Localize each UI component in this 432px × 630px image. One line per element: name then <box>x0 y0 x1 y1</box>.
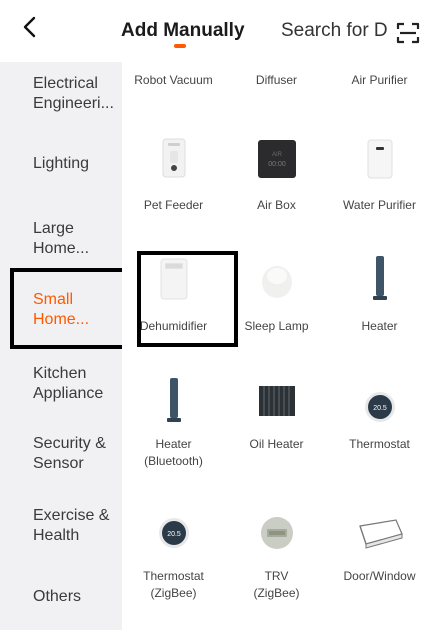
air-box-icon: AIR 00:00 <box>256 138 297 179</box>
chevron-left-icon <box>23 16 36 38</box>
device-label: Heater <box>361 319 398 333</box>
device-sleep-lamp[interactable]: Sleep Lamp <box>225 252 328 342</box>
device-water-purifier[interactable]: Water Purifier <box>328 132 431 222</box>
scan-button[interactable] <box>396 21 420 45</box>
device-label: Air Box <box>257 198 296 212</box>
sidebar-item-others[interactable]: Others <box>33 587 81 607</box>
device-oil-heater[interactable]: Oil Heater <box>225 370 328 470</box>
device-label: Oil Heater <box>249 437 304 451</box>
device-label: Air Purifier <box>351 73 408 87</box>
device-label: Thermostat <box>349 437 410 451</box>
device-pet-feeder[interactable]: Pet Feeder <box>122 132 225 222</box>
sidebar-item-kitchen-appliance[interactable]: Kitchen Appliance <box>33 364 111 404</box>
device-air-box[interactable]: AIR 00:00 Air Box <box>225 132 328 222</box>
trv-icon <box>256 512 297 553</box>
back-button[interactable] <box>20 12 50 46</box>
device-thermostat-zigbee[interactable]: 20.5 Thermostat (ZigBee) <box>122 502 225 602</box>
device-grid: Robot Vacuum Diffuser Air Purifier Pet F… <box>122 62 432 630</box>
device-label: Robot Vacuum <box>134 73 213 87</box>
device-diffuser[interactable]: Diffuser <box>225 62 328 102</box>
device-door-window[interactable]: Door/Window <box>328 502 431 602</box>
device-label: Water Purifier <box>343 198 416 212</box>
tower-heater-icon <box>153 376 194 424</box>
device-trv-zigbee[interactable]: TRV (ZigBee) <box>225 502 328 602</box>
top-bar: Add Manually Search for D <box>0 0 432 62</box>
device-label: Pet Feeder <box>143 198 204 212</box>
air-box-screen-line-1: AIR <box>271 152 282 158</box>
air-box-screen-line-2: 00:00 <box>268 161 286 168</box>
pet-feeder-icon <box>153 138 194 179</box>
thermostat-icon: 20.5 <box>359 386 400 427</box>
device-robot-vacuum[interactable]: Robot Vacuum <box>122 62 225 102</box>
scan-icon <box>396 22 420 44</box>
thermostat-display: 20.5 <box>167 531 181 538</box>
thermostat-display: 20.5 <box>373 405 387 412</box>
sleep-lamp-icon <box>256 260 297 301</box>
water-purifier-icon <box>359 138 400 179</box>
category-sidebar: Electrical Engineeri... Lighting Large H… <box>0 62 122 630</box>
device-heater[interactable]: Heater <box>328 252 431 342</box>
sidebar-item-lighting[interactable]: Lighting <box>33 154 89 174</box>
dehumidifier-icon <box>153 258 194 299</box>
device-label: Dehumidifier <box>139 319 208 333</box>
device-label: Door/Window <box>343 569 416 583</box>
sidebar-item-security-sensor[interactable]: Security & Sensor <box>33 434 111 474</box>
tower-heater-icon <box>359 254 400 302</box>
device-dehumidifier[interactable]: Dehumidifier <box>122 252 225 342</box>
sidebar-item-electrical-engineering[interactable]: Electrical Engineeri... <box>33 74 115 114</box>
sidebar-item-exercise-health[interactable]: Exercise & Health <box>33 506 111 546</box>
device-label: Sleep Lamp <box>244 319 309 333</box>
device-label: Diffuser <box>255 73 298 87</box>
device-label: Thermostat (ZigBee) <box>143 569 204 600</box>
sidebar-item-small-home[interactable]: Small Home... <box>33 290 97 330</box>
device-label: Heater (Bluetooth) <box>144 437 203 468</box>
thermostat-icon: 20.5 <box>153 512 194 553</box>
active-tab-indicator <box>174 44 186 48</box>
device-label: TRV (ZigBee) <box>253 569 300 600</box>
device-air-purifier[interactable]: Air Purifier <box>328 62 431 102</box>
tab-add-manually[interactable]: Add Manually <box>121 20 245 42</box>
device-thermostat[interactable]: 20.5 Thermostat <box>328 370 431 470</box>
tab-search-for-devices[interactable]: Search for D <box>281 20 388 42</box>
door-window-sensor-icon <box>354 512 405 553</box>
sidebar-item-large-home[interactable]: Large Home... <box>33 219 97 259</box>
device-heater-bluetooth[interactable]: Heater (Bluetooth) <box>122 370 225 470</box>
oil-heater-icon <box>256 380 297 421</box>
